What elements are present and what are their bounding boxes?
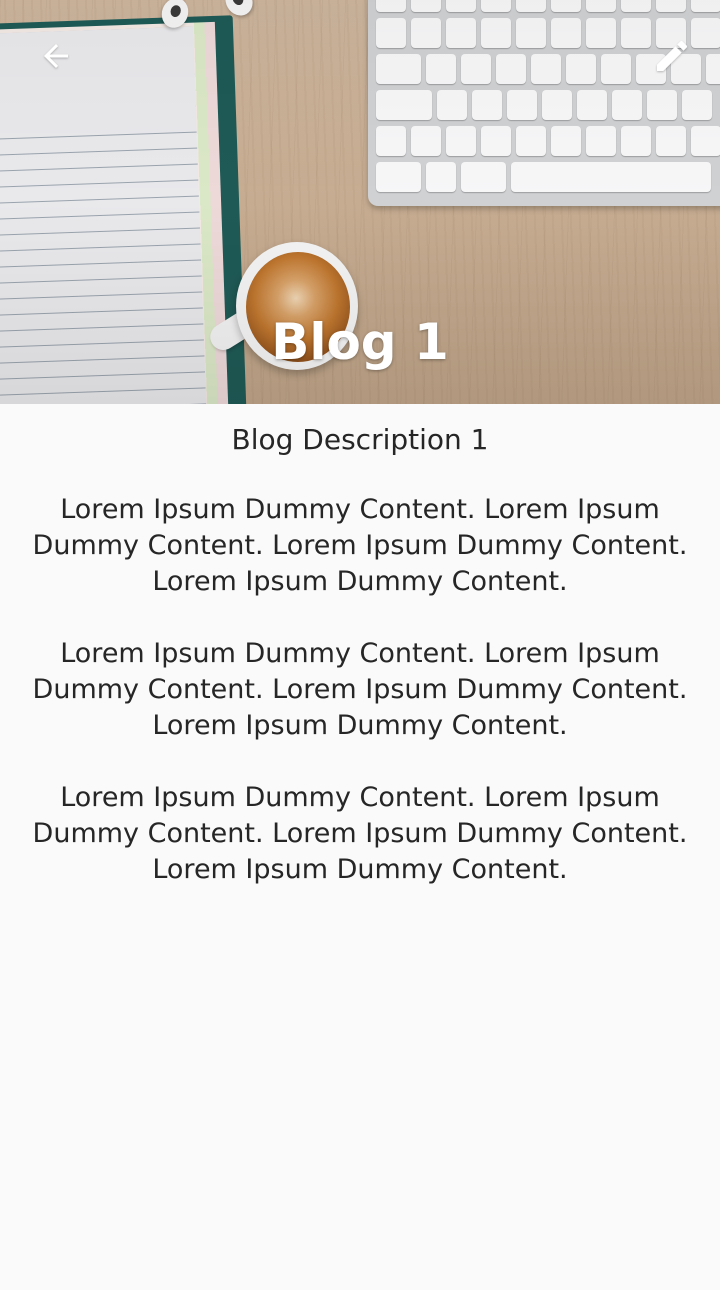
edit-button[interactable] — [644, 28, 700, 84]
header-image: Blog 1 — [0, 0, 720, 404]
blog-title: Blog 1 — [271, 313, 449, 371]
blog-content: Blog Description 1 Lorem Ipsum Dummy Con… — [24, 420, 696, 924]
edit-pencil-icon — [657, 40, 688, 71]
blog-paragraph: Lorem Ipsum Dummy Content. Lorem Ipsum D… — [32, 638, 688, 741]
arrow-back-icon — [44, 44, 68, 68]
back-button[interactable] — [28, 28, 84, 84]
blog-paragraph: Lorem Ipsum Dummy Content. Lorem Ipsum D… — [32, 494, 688, 597]
blog-paragraph: Lorem Ipsum Dummy Content. Lorem Ipsum D… — [32, 782, 688, 885]
blog-description: Blog Description 1 — [231, 423, 489, 456]
